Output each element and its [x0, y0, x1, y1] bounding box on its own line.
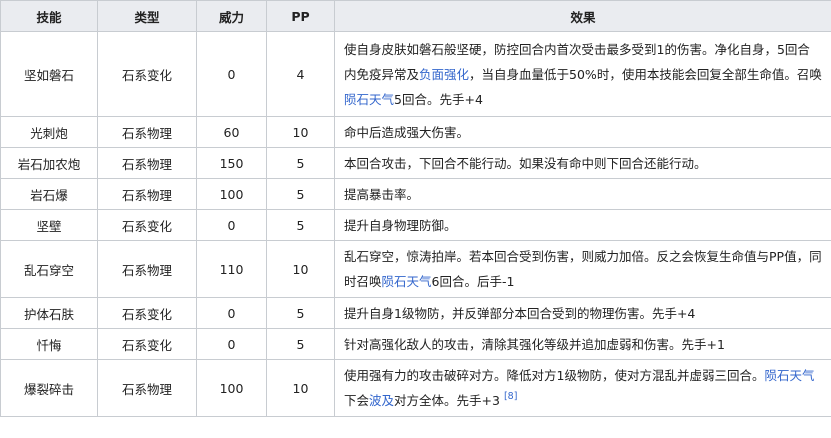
skill-pp-cell: 10	[266, 359, 335, 417]
skill-power-cell: 100	[196, 178, 267, 210]
skill-type-cell: 石系物理	[97, 178, 197, 210]
skill-type-cell: 石系变化	[97, 297, 197, 329]
table-row: 岩石爆 石系物理 100 5 提高暴击率。	[0, 178, 831, 210]
effect-text: 提升自身1级物防，并反弹部分本回合受到的物理伤害。先手+4	[344, 305, 696, 321]
skill-pp-cell: 10	[266, 240, 335, 298]
skill-name-cell: 岩石爆	[0, 178, 98, 210]
header-skill: 技能	[0, 0, 98, 32]
reference-link[interactable]: [8]	[504, 391, 517, 402]
skill-power-cell: 0	[196, 328, 267, 360]
skill-effect-cell: 使自身皮肤如磐石般坚硬，防控回合内首次受击最多受到1的伤害。净化自身，5回合内免…	[334, 31, 831, 117]
effect-text: 下会	[344, 393, 370, 408]
skill-pp-cell: 10	[266, 116, 335, 148]
skill-effect-cell: 本回合攻击，下回合不能行动。如果没有命中则下回合还能行动。	[334, 147, 831, 179]
effect-text: 6回合。后手-1	[431, 274, 515, 289]
skill-name-cell: 坚如磐石	[0, 31, 98, 117]
term-link[interactable]: 陨石天气	[764, 368, 814, 383]
skill-name-cell: 岩石加农炮	[0, 147, 98, 179]
skill-pp-cell: 5	[266, 328, 335, 360]
header-type: 类型	[97, 0, 197, 32]
skill-effect-cell: 针对高强化敌人的攻击，清除其强化等级并追加虚弱和伤害。先手+1	[334, 328, 831, 360]
effect-text: 本回合攻击，下回合不能行动。如果没有命中则下回合还能行动。	[344, 155, 707, 171]
skill-name-cell: 爆裂碎击	[0, 359, 98, 417]
effect-text: 对方全体。先手+3	[394, 393, 504, 408]
skill-power-cell: 0	[196, 209, 267, 241]
term-link[interactable]: 陨石天气	[344, 92, 394, 107]
skill-name-cell: 乱石穿空	[0, 240, 98, 298]
skill-name-cell: 护体石肤	[0, 297, 98, 329]
skill-pp-cell: 5	[266, 147, 335, 179]
skill-name-cell: 坚壁	[0, 209, 98, 241]
header-pp: PP	[266, 0, 335, 32]
skill-name-cell: 忏悔	[0, 328, 98, 360]
header-power: 威力	[196, 0, 267, 32]
effect-text: 5回合。先手+4	[394, 91, 483, 107]
skill-power-cell: 110	[196, 240, 267, 298]
header-effect: 效果	[334, 0, 831, 32]
table-row: 坚如磐石 石系变化 0 4 使自身皮肤如磐石般坚硬，防控回合内首次受击最多受到1的伤害。…	[0, 31, 831, 117]
table-row: 坚壁 石系变化 0 5 提升自身物理防御。	[0, 209, 831, 241]
skill-name-cell: 光刺炮	[0, 116, 98, 148]
table-row: 光刺炮 石系物理 60 10 命中后造成强大伤害。	[0, 116, 831, 148]
skill-pp-cell: 5	[266, 178, 335, 210]
skill-power-cell: 150	[196, 147, 267, 179]
skill-power-cell: 0	[196, 31, 267, 117]
skill-type-cell: 石系变化	[97, 209, 197, 241]
effect-text: 命中后造成强大伤害。	[344, 124, 470, 140]
skill-effect-cell: 乱石穿空，惊涛拍岸。若本回合受到伤害，则威力加倍。反之会恢复生命值与PP值，同时…	[334, 240, 831, 298]
skill-type-cell: 石系物理	[97, 359, 197, 417]
skills-table-body: 坚如磐石 石系变化 0 4 使自身皮肤如磐石般坚硬，防控回合内首次受击最多受到1的伤害。…	[0, 31, 831, 417]
reference-sup: [8]	[504, 391, 517, 402]
effect-text: 提高暴击率。	[344, 186, 420, 202]
effect-text: ，当自身血量低于50%时，使用本技能会回复全部生命值。召唤	[469, 66, 822, 82]
skill-effect-cell: 使用强有力的攻击破碎对方。降低对方1级物防，使对方混乱并虚弱三回合。陨石天气下会…	[334, 359, 831, 417]
skill-power-cell: 60	[196, 116, 267, 148]
skill-power-cell: 0	[196, 297, 267, 329]
skill-type-cell: 石系变化	[97, 328, 197, 360]
skill-pp-cell: 5	[266, 209, 335, 241]
term-link[interactable]: 波及	[369, 393, 394, 408]
table-row: 爆裂碎击 石系物理 100 10 使用强有力的攻击破碎对方。降低对方1级物防，使对方混乱…	[0, 359, 831, 417]
skill-type-cell: 石系物理	[97, 240, 197, 298]
table-row: 乱石穿空 石系物理 110 10 乱石穿空，惊涛拍岸。若本回合受到伤害，则威力加倍。反之…	[0, 240, 831, 298]
term-link[interactable]: 陨石天气	[382, 274, 432, 289]
effect-text: 使用强有力的攻击破碎对方。降低对方1级物防，使对方混乱并虚弱三回合。	[344, 368, 765, 383]
skills-table: 技能 类型 威力 PP 效果 坚如磐石 石系变化 0 4 使自身皮肤如磐石般坚硬，防控回…	[0, 0, 831, 417]
skill-pp-cell: 5	[266, 297, 335, 329]
skill-effect-cell: 命中后造成强大伤害。	[334, 116, 831, 148]
table-row: 忏悔 石系变化 0 5 针对高强化敌人的攻击，清除其强化等级并追加虚弱和伤害。先手+1	[0, 328, 831, 360]
skills-page: 技能 类型 威力 PP 效果 坚如磐石 石系变化 0 4 使自身皮肤如磐石般坚硬，防控回…	[0, 0, 831, 438]
table-row: 岩石加农炮 石系物理 150 5 本回合攻击，下回合不能行动。如果没有命中则下回合还能行…	[0, 147, 831, 179]
term-link[interactable]: 负面强化	[419, 67, 469, 82]
skill-type-cell: 石系物理	[97, 116, 197, 148]
skill-type-cell: 石系变化	[97, 31, 197, 117]
table-row: 护体石肤 石系变化 0 5 提升自身1级物防，并反弹部分本回合受到的物理伤害。先手+4	[0, 297, 831, 329]
skill-pp-cell: 4	[266, 31, 335, 117]
skill-type-cell: 石系物理	[97, 147, 197, 179]
effect-text: 提升自身物理防御。	[344, 217, 457, 233]
skill-effect-cell: 提升自身1级物防，并反弹部分本回合受到的物理伤害。先手+4	[334, 297, 831, 329]
effect-text: 针对高强化敌人的攻击，清除其强化等级并追加虚弱和伤害。先手+1	[344, 336, 725, 352]
table-header-row: 技能 类型 威力 PP 效果	[0, 0, 831, 32]
skill-effect-cell: 提升自身物理防御。	[334, 209, 831, 241]
skill-effect-cell: 提高暴击率。	[334, 178, 831, 210]
skill-power-cell: 100	[196, 359, 267, 417]
